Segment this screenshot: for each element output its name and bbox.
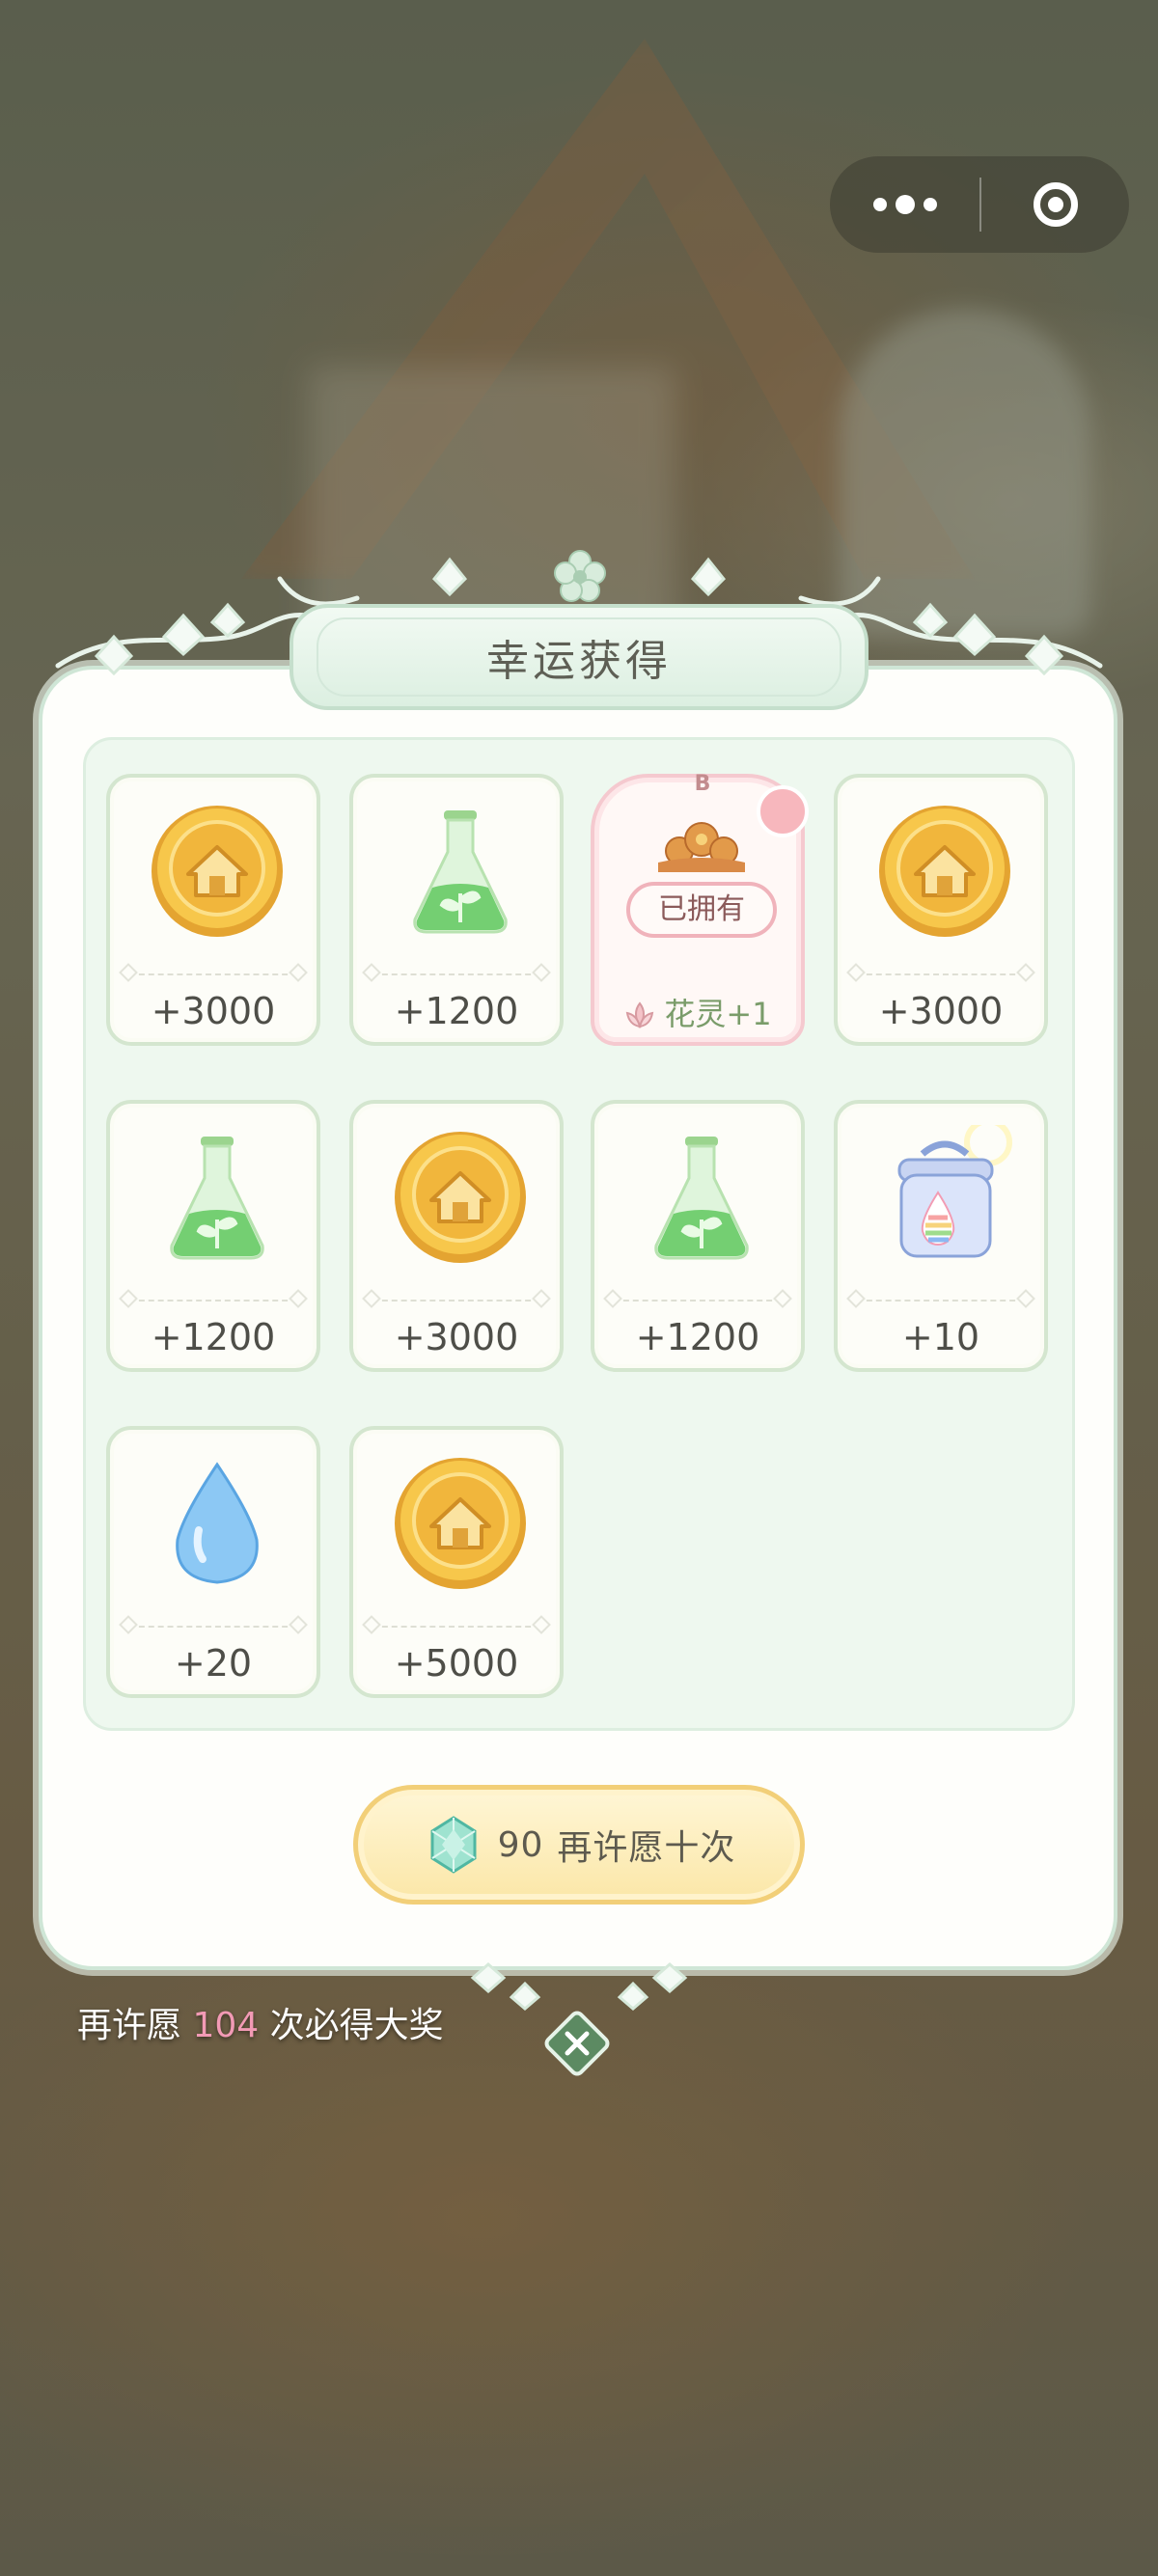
reward-card: +3000 [834, 774, 1048, 1046]
reward-amount: 花灵+1 [594, 990, 801, 1034]
reward-amount: +5000 [394, 1642, 519, 1685]
guarantee-text: 再许愿 104 次必得大奖 [77, 2006, 444, 2045]
green-potion-icon [170, 1137, 264, 1260]
green-potion-icon [654, 1137, 749, 1260]
reward-amount: +1200 [394, 990, 519, 1032]
reward-amount: +10 [901, 1316, 980, 1358]
reward-card: +1200 [591, 1100, 805, 1372]
reward-card: +10 [834, 1100, 1048, 1372]
rainbow-jar-icon [897, 1125, 1012, 1258]
reward-amount: +3000 [151, 990, 276, 1032]
water-drop-icon [176, 1462, 259, 1584]
reward-amount: +3000 [878, 990, 1004, 1032]
reward-amount: +20 [174, 1642, 253, 1685]
wish-cost: 90 [497, 1824, 544, 1865]
title-plaque: 幸运获得 [290, 604, 868, 710]
lotus-icon [626, 1001, 654, 1029]
wish-ten-times-button[interactable]: 90 再许愿十次 [353, 1785, 805, 1905]
flower-ornament-icon [554, 550, 606, 602]
more-dots-icon [872, 198, 887, 211]
target-circle-icon [1033, 182, 1078, 227]
reward-card: +20 [106, 1426, 320, 1698]
reward-card: +5000 [349, 1426, 564, 1698]
gold-coin-icon [879, 806, 1010, 937]
remaining-count: 104 [192, 2006, 260, 2045]
wish-label: 再许愿十次 [557, 1828, 736, 1868]
reward-amount: +1200 [635, 1316, 760, 1358]
reward-amount: +3000 [394, 1316, 519, 1358]
gold-coin-icon [395, 1458, 526, 1589]
reward-card: +3000 [106, 774, 320, 1046]
close-icon[interactable] [540, 2007, 614, 2080]
reward-card: +3000 [349, 1100, 564, 1372]
owned-badge: 已拥有 [626, 882, 777, 938]
page-title: 幸运获得 [486, 637, 672, 686]
gold-coin-icon [395, 1132, 526, 1263]
reward-card: +1200 [349, 774, 564, 1046]
crystal-gem-icon [430, 1816, 477, 1874]
reward-amount: +1200 [151, 1316, 276, 1358]
exit-mini-program-button[interactable] [981, 156, 1129, 253]
reward-card: +1200 [106, 1100, 320, 1372]
green-potion-icon [413, 810, 508, 934]
reward-card-flower-spirit: B 已拥有 花灵+1 [591, 772, 809, 1046]
more-options-button[interactable] [830, 156, 979, 253]
mini-program-capsule [830, 156, 1129, 253]
gold-coin-icon [152, 806, 283, 937]
